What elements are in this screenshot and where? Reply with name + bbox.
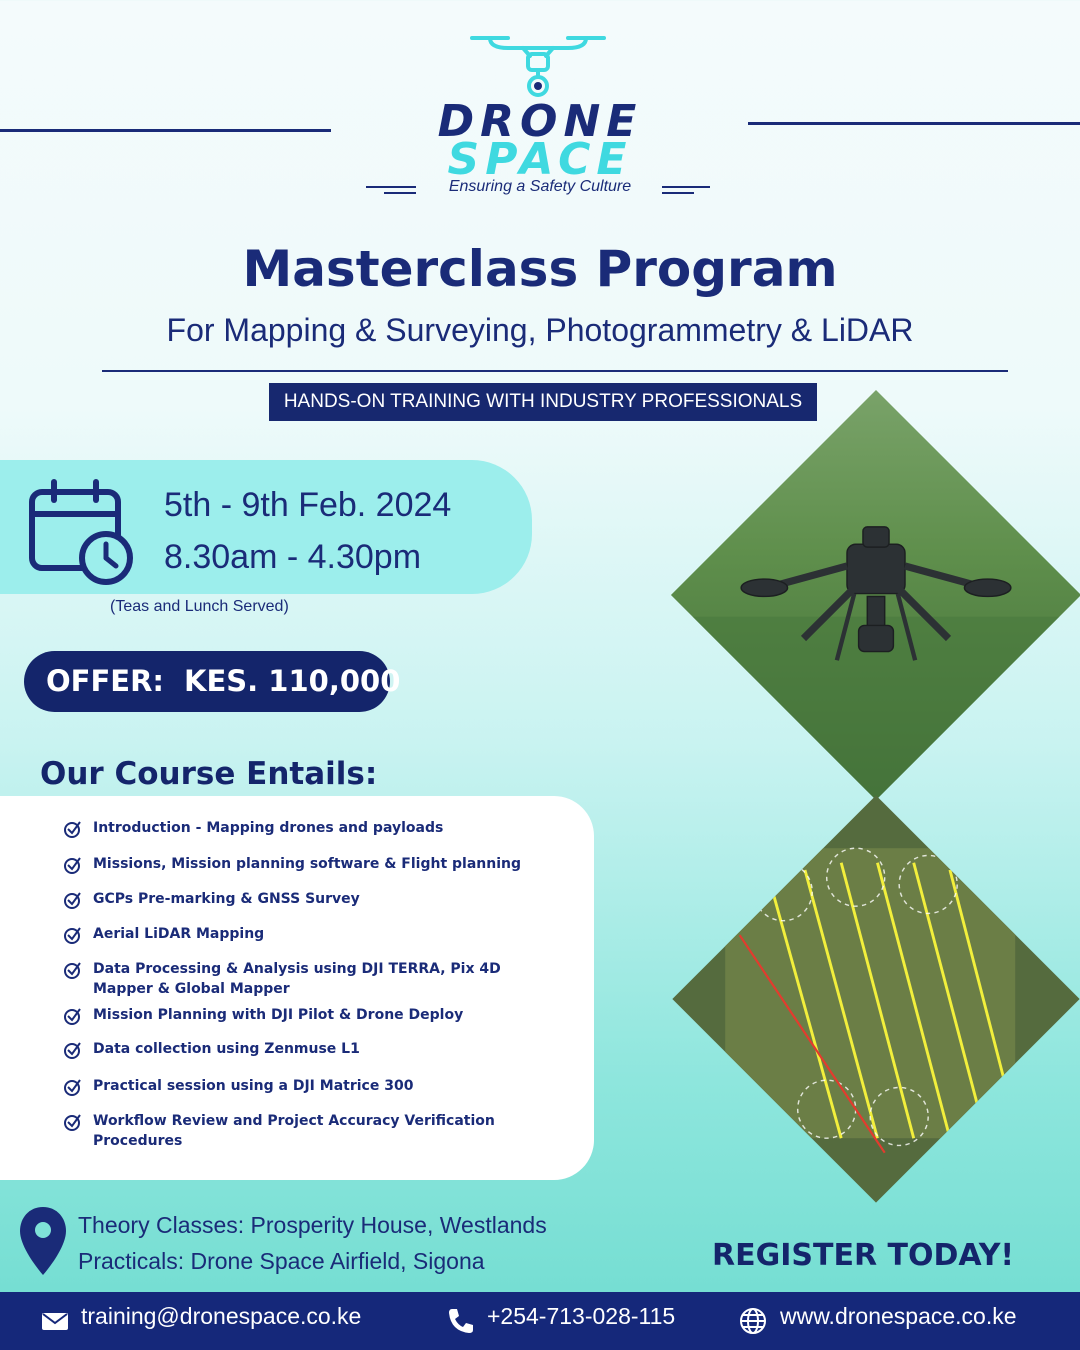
course-item-text: Missions, Mission planning software & Fl… (93, 856, 521, 872)
check-circle-icon (64, 962, 81, 979)
mail-icon (42, 1313, 68, 1330)
course-item-text: Workflow Review and Project Accuracy Ver… (93, 1113, 495, 1149)
mapping-aerial-photo (672, 795, 1080, 1203)
page-title: Masterclass Program (242, 240, 838, 298)
tagline-dash-left2 (384, 192, 416, 194)
theory-location: Theory Classes: Prosperity House, Westla… (78, 1212, 547, 1238)
course-heading: Our Course Entails: (40, 756, 378, 792)
course-item: GCPs Pre-marking & GNSS Survey (64, 889, 564, 909)
course-item-text: Introduction - Mapping drones and payloa… (93, 820, 444, 836)
register-cta[interactable]: REGISTER TODAY! (712, 1238, 1014, 1273)
course-dates: 5th - 9th Feb. 2024 (164, 486, 452, 524)
contact-website[interactable]: www.dronespace.co.ke (780, 1303, 1017, 1330)
brand-name-line2: SPACE (447, 134, 633, 185)
course-item-text: Mission Planning with DJI Pilot & Drone … (93, 1007, 464, 1023)
course-item: Aerial LiDAR Mapping (64, 924, 564, 944)
brand-tagline: Ensuring a Safety Culture (448, 178, 632, 195)
offer-label: OFFER: (46, 664, 165, 698)
calendar-clock-icon (29, 479, 133, 585)
course-item: Mission Planning with DJI Pilot & Drone … (64, 1005, 564, 1025)
check-circle-icon (64, 857, 81, 874)
course-item-text: Data collection using Zenmuse L1 (93, 1041, 360, 1057)
phone-icon (449, 1309, 473, 1333)
course-item: Introduction - Mapping drones and payloa… (64, 818, 564, 838)
subtitle-rule (102, 370, 1008, 372)
check-circle-icon (64, 927, 81, 944)
location-pin-icon (20, 1207, 66, 1275)
course-time: 8.30am - 4.30pm (164, 538, 422, 576)
check-circle-icon (64, 1114, 81, 1131)
check-circle-icon (64, 892, 81, 909)
contact-email[interactable]: training@dronespace.co.ke (81, 1303, 361, 1330)
course-item: Data Processing & Analysis using DJI TER… (64, 959, 564, 999)
tagline-dash-right2 (662, 192, 694, 194)
check-circle-icon (64, 1008, 81, 1025)
course-item: Missions, Mission planning software & Fl… (64, 854, 564, 874)
globe-icon (740, 1308, 766, 1334)
course-item-text: GCPs Pre-marking & GNSS Survey (93, 891, 360, 907)
offer-badge: OFFER: KES. 110,000 (24, 651, 400, 712)
catering-note: (Teas and Lunch Served) (110, 598, 289, 615)
course-item-text: Data Processing & Analysis using DJI TER… (93, 961, 501, 997)
page-subtitle: For Mapping & Surveying, Photogrammetry … (166, 312, 914, 348)
check-circle-icon (64, 1079, 81, 1096)
tagline-dash-right (662, 186, 710, 188)
course-item-text: Aerial LiDAR Mapping (93, 926, 265, 942)
contact-phone[interactable]: +254-713-028-115 (487, 1303, 675, 1330)
header-rule-left (0, 129, 331, 132)
course-item: Practical session using a DJI Matrice 30… (64, 1076, 564, 1096)
header-rule-right (748, 122, 1080, 125)
check-circle-icon (64, 1042, 81, 1059)
drone-logo-icon (470, 36, 606, 97)
course-item: Workflow Review and Project Accuracy Ver… (64, 1111, 564, 1151)
drone-photo (670, 389, 1080, 801)
hands-on-badge: HANDS-ON TRAINING WITH INDUSTRY PROFESSI… (269, 383, 817, 421)
practicals-location: Practicals: Drone Space Airfield, Sigona (78, 1248, 485, 1274)
offer-price: KES. 110,000 (184, 664, 401, 698)
course-item: Data collection using Zenmuse L1 (64, 1039, 564, 1059)
tagline-dash-left (366, 186, 416, 188)
check-circle-icon (64, 821, 81, 838)
course-item-text: Practical session using a DJI Matrice 30… (93, 1078, 414, 1094)
